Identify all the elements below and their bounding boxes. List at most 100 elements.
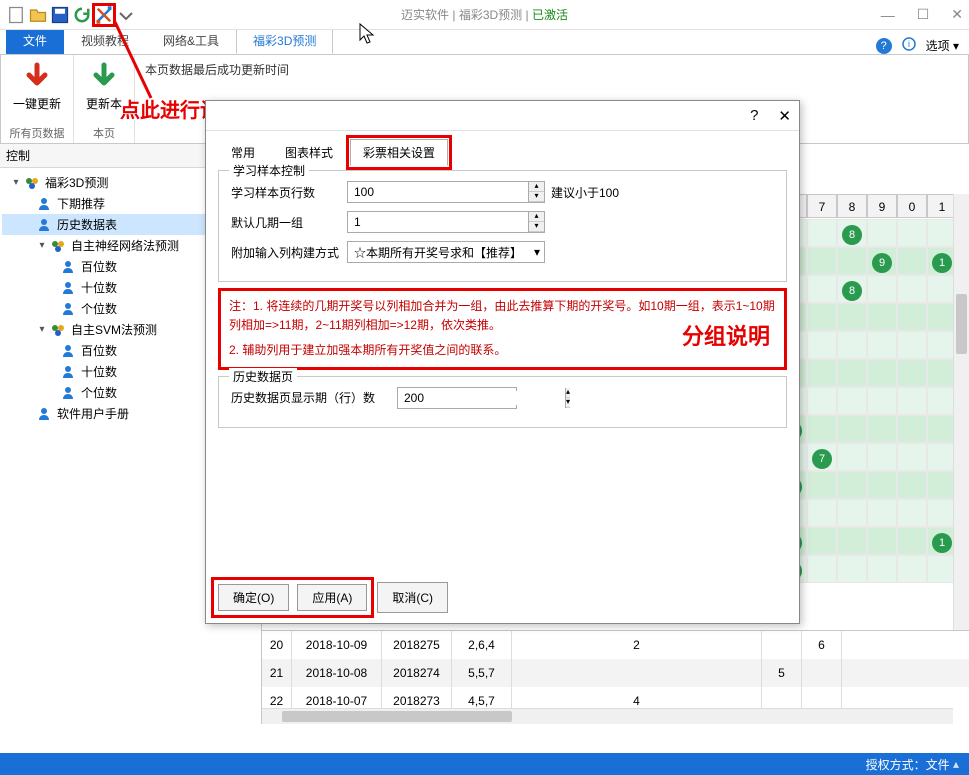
- label-row-count: 学习样本页行数: [231, 184, 341, 201]
- grid-header-cell: 0: [897, 194, 927, 218]
- group-icon: [50, 238, 66, 254]
- grid-cell: [807, 275, 837, 303]
- ribbon-tab-video[interactable]: 视频教程: [64, 27, 146, 54]
- person-icon: [60, 259, 76, 275]
- settings-dialog: ? ✕ 常用 图表样式 彩票相关设置 学习样本控制 学习样本页行数 ▴▾ 建议小…: [205, 100, 800, 624]
- fieldset-history: 历史数据页 历史数据页显示期（行）数 ▴▾: [218, 376, 787, 428]
- maximize-button[interactable]: ☐: [917, 6, 930, 23]
- grid-cell: [807, 527, 837, 555]
- qat-open-icon[interactable]: [28, 5, 48, 25]
- grid-cell: [867, 331, 897, 359]
- grid-cell: [867, 499, 897, 527]
- grid-cell: [807, 303, 837, 331]
- grid-cell: [897, 275, 927, 303]
- one-key-update-button[interactable]: 一键更新: [9, 59, 65, 114]
- grid-cell: [867, 387, 897, 415]
- ribbon-tab-tools[interactable]: 网络&工具: [146, 27, 236, 54]
- grid-cell: [897, 219, 927, 247]
- grid-cell: [897, 555, 927, 583]
- grid-cell: [807, 387, 837, 415]
- ribbon-tabs: 文件 视频教程 网络&工具 福彩3D预测 ? i 选项 ▾: [0, 30, 969, 54]
- ribbon-tab-file[interactable]: 文件: [6, 27, 64, 54]
- table-row[interactable]: 202018-10-0920182752,6,426: [262, 631, 969, 659]
- grid-cell: [837, 387, 867, 415]
- hint-row-count: 建议小于100: [551, 184, 619, 201]
- grid-cell: 7: [807, 443, 837, 471]
- qat-settings-icon[interactable]: [94, 5, 114, 25]
- grid-cell: [897, 415, 927, 443]
- apply-button[interactable]: 应用(A): [297, 584, 367, 611]
- dialog-tab-lottery[interactable]: 彩票相关设置: [350, 139, 448, 166]
- status-bar: 授权方式：文件 ▴: [0, 753, 969, 775]
- label-hist-rows: 历史数据页显示期（行）数: [231, 389, 391, 406]
- grid-cell: 8: [837, 275, 867, 303]
- grid-cell: [897, 443, 927, 471]
- grid-cell: [837, 555, 867, 583]
- grid-cell: [837, 303, 867, 331]
- grid-header-cell: 9: [867, 194, 897, 218]
- grid-cell: [897, 527, 927, 555]
- chevron-down-icon: ▾: [534, 245, 540, 259]
- grid-cell: [807, 247, 837, 275]
- grid-cell: [807, 471, 837, 499]
- table-row[interactable]: 212018-10-0820182745,5,75: [262, 659, 969, 687]
- quick-access-toolbar: [6, 5, 136, 25]
- grid-cell: [867, 527, 897, 555]
- grid-cell: [837, 499, 867, 527]
- aux-select[interactable]: ☆本期所有开奖号求和【推荐】▾: [347, 241, 545, 263]
- dialog-close-icon[interactable]: ✕: [778, 107, 791, 125]
- person-icon: [60, 280, 76, 296]
- grid-cell: [837, 247, 867, 275]
- person-icon: [60, 301, 76, 317]
- qat-new-icon[interactable]: [6, 5, 26, 25]
- grid-cell: [867, 275, 897, 303]
- qat-refresh-icon[interactable]: [72, 5, 92, 25]
- grid-cell: [897, 247, 927, 275]
- note-box: 注：1. 将连续的几期开奖号以列相加合并为一组，由此去推算下期的开奖号。如10期…: [218, 288, 787, 370]
- grid-cell: [867, 555, 897, 583]
- person-icon: [60, 364, 76, 380]
- grid-cell: [837, 527, 867, 555]
- grid-cell: [867, 471, 897, 499]
- help-icon[interactable]: ?: [876, 38, 892, 54]
- minimize-button[interactable]: —: [881, 7, 895, 23]
- grid-cell: [837, 415, 867, 443]
- grid-cell: 8: [837, 219, 867, 247]
- qat-dropdown-icon[interactable]: [116, 5, 136, 25]
- grid-cell: [897, 471, 927, 499]
- grid-cell: [867, 443, 897, 471]
- grid-cell: [867, 219, 897, 247]
- grid-cell: [807, 219, 837, 247]
- grid-cell: [837, 359, 867, 387]
- ok-button[interactable]: 确定(O): [218, 584, 289, 611]
- ribbon-tab-fc3d[interactable]: 福彩3D预测: [236, 27, 333, 54]
- grid-cell: [807, 555, 837, 583]
- vertical-scrollbar[interactable]: [953, 194, 969, 630]
- grid-cell: [897, 359, 927, 387]
- group-icon: [50, 322, 66, 338]
- horizontal-scrollbar[interactable]: [262, 708, 953, 724]
- hist-rows-input[interactable]: ▴▾: [397, 387, 517, 409]
- grid-cell: 9: [867, 247, 897, 275]
- options-button[interactable]: 选项 ▾: [926, 37, 959, 54]
- grid-cell: [897, 303, 927, 331]
- spin-down-icon[interactable]: ▾: [566, 398, 570, 408]
- spin-down-icon[interactable]: ▾: [529, 192, 544, 202]
- grid-cell: [807, 415, 837, 443]
- person-icon: [36, 406, 52, 422]
- label-aux: 附加输入列构建方式: [231, 244, 341, 261]
- close-button[interactable]: ✕: [951, 6, 963, 23]
- grid-header-cell: 8: [837, 194, 867, 218]
- row-count-input[interactable]: ▴▾: [347, 181, 545, 203]
- person-icon: [36, 196, 52, 212]
- info-icon[interactable]: i: [902, 37, 916, 54]
- dialog-help-icon[interactable]: ?: [750, 107, 758, 124]
- grid-cell: [837, 443, 867, 471]
- qat-save-icon[interactable]: [50, 5, 70, 25]
- grid-cell: [807, 499, 837, 527]
- label-group-n: 默认几期一组: [231, 214, 341, 231]
- spin-down-icon[interactable]: ▾: [529, 222, 544, 232]
- cancel-button[interactable]: 取消(C): [377, 582, 448, 613]
- group-n-input[interactable]: ▴▾: [347, 211, 545, 233]
- svg-text:i: i: [908, 39, 910, 49]
